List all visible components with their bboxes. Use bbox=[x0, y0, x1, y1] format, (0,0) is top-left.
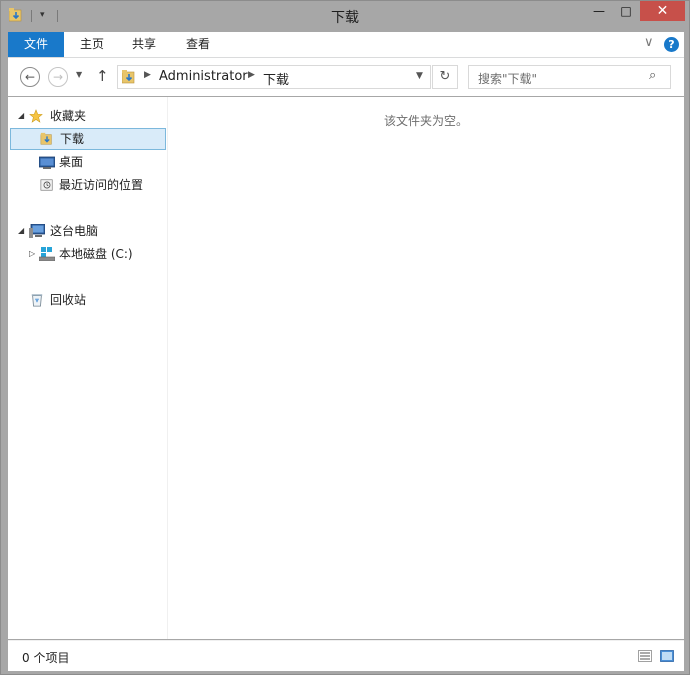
recycle-bin-icon bbox=[31, 294, 43, 307]
star-icon bbox=[29, 109, 43, 123]
tree-recycle-bin[interactable]: 回收站 bbox=[8, 289, 167, 311]
tree-label: 下载 bbox=[60, 132, 85, 146]
tree-this-pc[interactable]: ◢ 这台电脑 bbox=[8, 220, 167, 242]
help-icon[interactable]: ? bbox=[664, 37, 679, 52]
desktop-icon bbox=[39, 156, 55, 169]
tree-label: 本地磁盘 (C:) bbox=[59, 247, 133, 261]
tab-file[interactable]: 文件 bbox=[8, 32, 64, 57]
explorer-window: ▾ 下载 — □ ✕ 文件 主页 共享 查看 ∨ ? ← → ▼ ↑ ▶ Adm… bbox=[0, 0, 690, 675]
details-view-icon[interactable] bbox=[638, 650, 652, 662]
forward-button[interactable]: → bbox=[48, 67, 68, 87]
status-bar: 0 个项目 bbox=[8, 640, 684, 671]
tab-view[interactable]: 查看 bbox=[184, 32, 212, 57]
minimize-button[interactable]: — bbox=[585, 1, 613, 21]
breadcrumb-separator-icon[interactable]: ▶ bbox=[248, 70, 255, 80]
collapse-arrow-icon[interactable]: ◢ bbox=[18, 105, 24, 127]
breadcrumb-separator-icon[interactable]: ▶ bbox=[144, 70, 151, 80]
search-box[interactable]: 搜索"下载" ⌕ bbox=[468, 65, 671, 89]
address-dropdown-icon[interactable]: ▼ bbox=[416, 71, 423, 81]
tree-label: 桌面 bbox=[59, 155, 84, 169]
tree-label: 最近访问的位置 bbox=[59, 178, 144, 192]
tree-favorites[interactable]: ◢ 收藏夹 bbox=[8, 105, 167, 127]
expand-arrow-icon[interactable]: ▷ bbox=[29, 243, 35, 265]
tab-share[interactable]: 共享 bbox=[130, 32, 158, 57]
empty-folder-message: 该文件夹为空。 bbox=[383, 114, 468, 128]
up-button[interactable]: ↑ bbox=[96, 67, 109, 85]
maximize-button[interactable]: □ bbox=[613, 1, 639, 21]
recent-locations-dropdown-icon[interactable]: ▼ bbox=[76, 70, 82, 79]
expand-ribbon-icon[interactable]: ∨ bbox=[644, 35, 654, 50]
recent-places-icon bbox=[40, 179, 53, 191]
search-icon[interactable]: ⌕ bbox=[649, 68, 656, 83]
file-list-pane[interactable]: 该文件夹为空。 bbox=[168, 97, 684, 639]
breadcrumb-downloads[interactable]: 下载 bbox=[263, 69, 289, 88]
item-count: 0 个项目 bbox=[22, 651, 70, 665]
folder-download-icon bbox=[122, 70, 135, 84]
address-bar[interactable]: ▶ Administrator ▶ 下载 ▼ bbox=[117, 65, 431, 89]
drive-icon bbox=[39, 247, 55, 261]
tab-home[interactable]: 主页 bbox=[78, 32, 106, 57]
breadcrumb-administrator[interactable]: Administrator bbox=[159, 69, 248, 84]
title-bar[interactable]: ▾ 下载 — □ ✕ bbox=[1, 1, 689, 31]
tree-label: 收藏夹 bbox=[50, 109, 87, 123]
back-button[interactable]: ← bbox=[20, 67, 40, 87]
tree-item-recent-places[interactable]: 最近访问的位置 bbox=[8, 174, 167, 196]
tree-label: 回收站 bbox=[50, 293, 87, 307]
collapse-arrow-icon[interactable]: ◢ bbox=[18, 220, 24, 242]
close-button[interactable]: ✕ bbox=[640, 1, 685, 21]
computer-icon bbox=[29, 224, 45, 238]
downloads-folder-icon bbox=[40, 132, 52, 145]
navigation-bar: ← → ▼ ↑ ▶ Administrator ▶ 下载 ▼ ↻ 搜索"下载" … bbox=[8, 58, 684, 96]
tree-item-downloads[interactable]: 下载 bbox=[10, 128, 166, 150]
tree-item-local-disk[interactable]: ▷ 本地磁盘 (C:) bbox=[8, 243, 167, 265]
refresh-button[interactable]: ↻ bbox=[432, 65, 458, 89]
tree-item-desktop[interactable]: 桌面 bbox=[8, 151, 167, 173]
navigation-pane: ◢ 收藏夹 下载 桌面 最近访问的位置 ◢ 这台电脑 ▷ 本地磁盘 (C:) 回… bbox=[8, 97, 168, 639]
large-icons-view-icon[interactable] bbox=[660, 650, 674, 662]
search-placeholder: 搜索"下载" bbox=[478, 72, 538, 86]
ribbon-tabs: 文件 主页 共享 查看 ∨ ? bbox=[8, 32, 684, 58]
tree-label: 这台电脑 bbox=[50, 224, 99, 238]
